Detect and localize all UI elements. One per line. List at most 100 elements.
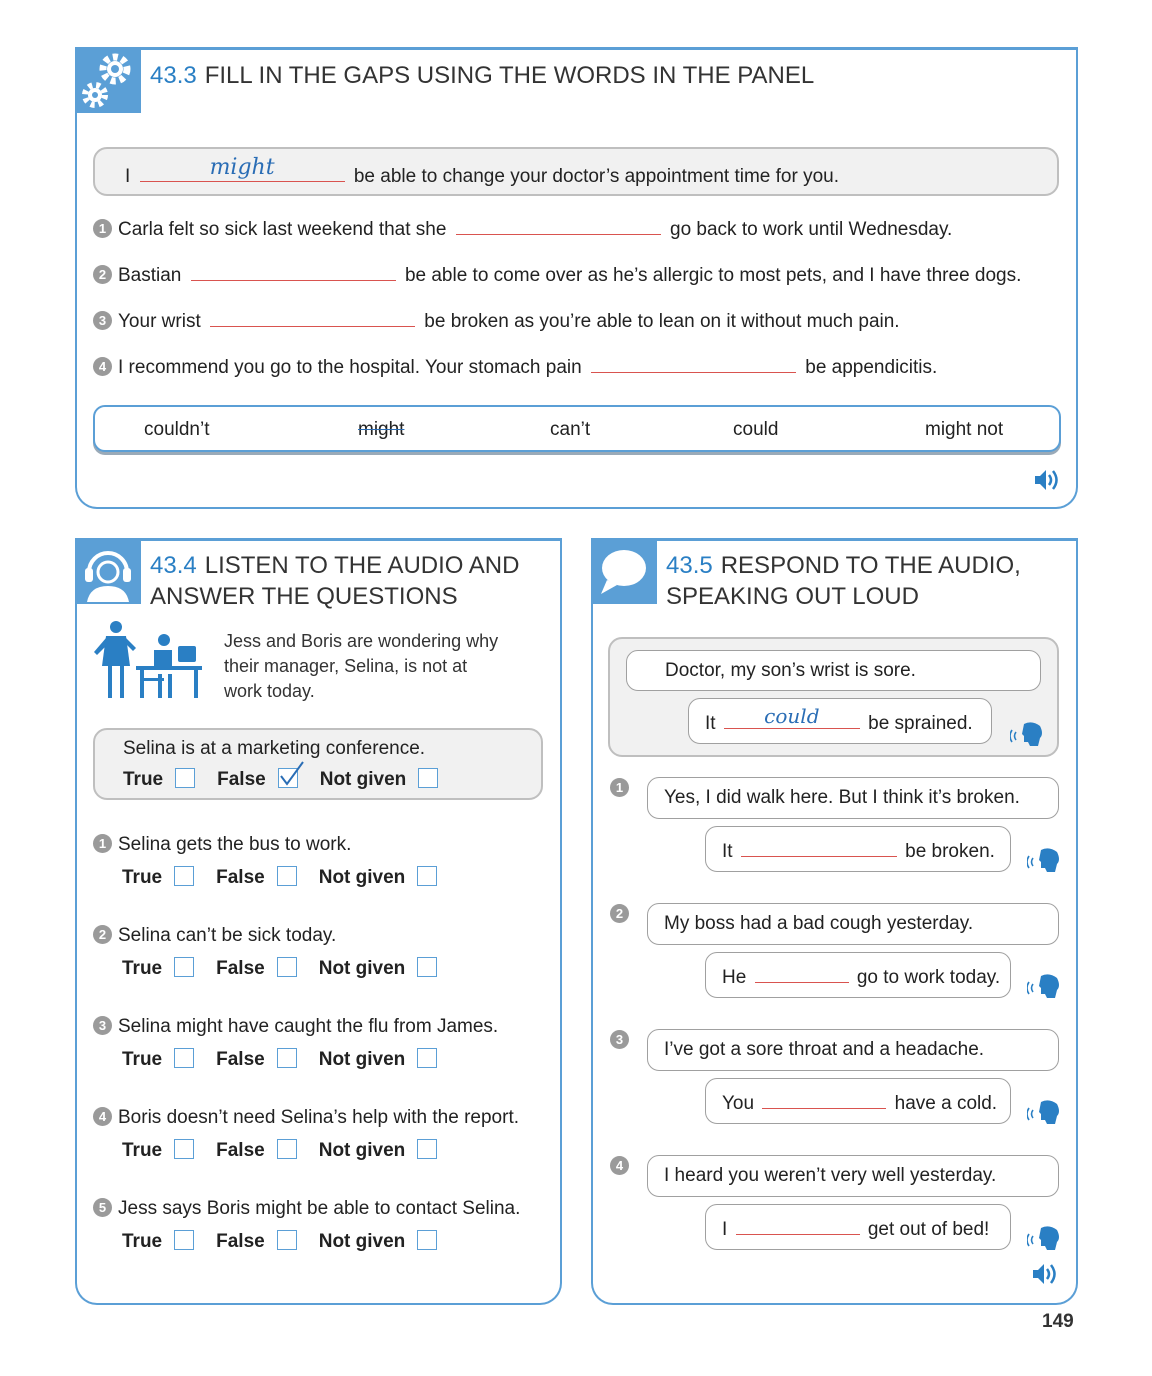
prompt-text: I heard you weren’t very well yesterday.	[664, 1165, 997, 1186]
prompt-text: My boss had a bad cough yesterday.	[664, 913, 974, 934]
response-post: be sprained.	[868, 713, 973, 734]
item-statement: Jess says Boris might be able to contact…	[118, 1198, 521, 1219]
item-number: 2	[93, 265, 112, 284]
checkbox-not-given[interactable]	[418, 768, 439, 788]
checkbox-true[interactable]	[174, 1230, 195, 1250]
checkbox-not-given[interactable]	[417, 1048, 438, 1068]
response-bubble: I get out of bed!	[705, 1204, 1011, 1250]
answer-gap[interactable]	[762, 1090, 887, 1109]
response-bubble: It could be sprained.	[688, 698, 992, 744]
item-post: go back to work until Wednesday.	[670, 219, 953, 240]
intro-line: their manager, Selina, is not at	[224, 656, 468, 676]
prompt-bubble: I’ve got a sore throat and a headache.	[647, 1029, 1059, 1071]
prompt-bubble: My boss had a bad cough yesterday.	[647, 903, 1059, 945]
response-post: be broken.	[905, 841, 995, 862]
item-pre: Your wrist	[118, 311, 201, 332]
response-bubble: It be broken.	[705, 826, 1011, 872]
exercise-title-line2: SPEAKING OUT LOUD	[666, 583, 919, 610]
word-panel: couldn’t might can’t could might not	[93, 405, 1061, 452]
prompt-text: I’ve got a sore throat and a headache.	[664, 1039, 985, 1060]
checkbox-not-given[interactable]	[417, 1230, 438, 1250]
checkbox-false[interactable]	[276, 1230, 297, 1250]
speaking-head-icon	[1026, 972, 1061, 1005]
answer-gap[interactable]	[210, 308, 415, 327]
option-not-given-label: Not given	[318, 1140, 406, 1161]
item-number: 3	[610, 1030, 629, 1049]
checkbox-true[interactable]	[174, 957, 195, 977]
response-post: get out of bed!	[867, 1219, 990, 1240]
response-post: have a cold.	[894, 1093, 998, 1114]
option-true-label: True	[122, 867, 163, 888]
intro-line: work today.	[224, 681, 315, 701]
checkbox-not-given[interactable]	[417, 957, 438, 977]
word-option: could	[733, 419, 779, 440]
item-number: 3	[93, 1016, 112, 1035]
answer-gap[interactable]	[740, 838, 897, 857]
checkbox-false[interactable]	[276, 957, 297, 977]
checkbox-true[interactable]	[174, 1048, 195, 1068]
speaking-head-icon	[1026, 1224, 1061, 1257]
exercise-title-line2: ANSWER THE QUESTIONS	[150, 583, 458, 610]
example-pre: I	[125, 166, 131, 187]
option-true-label: True	[122, 1049, 163, 1070]
option-false-label: False	[216, 867, 265, 888]
option-false-label: False	[216, 958, 265, 979]
checkbox-false[interactable]	[276, 1139, 297, 1159]
example-box: Selina is at a marketing conference. Tru…	[93, 728, 543, 800]
word-option: couldn’t	[144, 419, 210, 440]
item-number: 2	[610, 904, 629, 923]
page-number: 149	[1042, 1311, 1074, 1332]
speaking-head-icon	[1026, 1098, 1061, 1131]
speech-bubble-icon	[591, 538, 657, 604]
response-bubble: He go to work today.	[705, 952, 1011, 998]
gap-item-3: 3 Your wrist be broken as you’re able to …	[93, 308, 900, 333]
response-post: go to work today.	[856, 967, 1001, 988]
answer-gap[interactable]	[754, 964, 849, 983]
speaking-head-icon	[1009, 720, 1044, 753]
checkbox-not-given[interactable]	[417, 866, 438, 886]
office-workers-illustration	[92, 620, 204, 707]
item-statement: Selina can’t be sick today.	[118, 925, 337, 946]
exercise-43-4-heading: 43.4 LISTEN TO THE AUDIO AND ANSWER THE Q…	[150, 550, 519, 612]
example-answer: might	[209, 155, 275, 180]
answer-gap[interactable]	[455, 216, 661, 235]
checkbox-false-checked[interactable]	[277, 761, 304, 788]
answer-gap[interactable]	[590, 354, 796, 373]
item-statement: Boris doesn’t need Selina’s help with th…	[118, 1107, 520, 1128]
exercise-title: FILL IN THE GAPS USING THE WORDS IN THE …	[204, 62, 815, 89]
item-number: 1	[93, 219, 112, 238]
checkbox-true[interactable]	[174, 1139, 195, 1159]
checkbox-false[interactable]	[276, 866, 297, 886]
item-pre: I recommend you go to the hospital. Your…	[118, 357, 582, 378]
item-post: be able to come over as he’s allergic to…	[404, 265, 1022, 286]
checkbox-true[interactable]	[174, 866, 195, 886]
prompt-bubble: Yes, I did walk here. But I think it’s b…	[647, 777, 1059, 819]
checkbox-false[interactable]	[276, 1048, 297, 1068]
prompt-bubble: Doctor, my son’s wrist is sore.	[626, 650, 1041, 691]
checkbox-true[interactable]	[175, 768, 196, 788]
response-pre: It	[722, 841, 733, 862]
prompt-bubble: I heard you weren’t very well yesterday.	[647, 1155, 1059, 1197]
example-box: I might be able to change your doctor’s …	[93, 147, 1059, 196]
headphones-person-icon	[75, 538, 141, 604]
answer-gap[interactable]	[190, 262, 396, 281]
checkbox-not-given[interactable]	[417, 1139, 438, 1159]
option-false-label: False	[216, 1231, 265, 1252]
item-post: be broken as you’re able to lean on it w…	[424, 311, 900, 332]
example-gap: might	[139, 155, 345, 182]
option-not-given-label: Not given	[318, 958, 406, 979]
prompt-text: Doctor, my son’s wrist is sore.	[665, 660, 916, 681]
option-true-label: True	[122, 958, 163, 979]
example-post: be able to change your doctor’s appointm…	[353, 166, 839, 187]
option-not-given-label: Not given	[319, 769, 407, 790]
exercise-title-line1: LISTEN TO THE AUDIO AND	[204, 552, 520, 579]
exercise-title-line1: RESPOND TO THE AUDIO,	[720, 552, 1021, 579]
option-not-given-label: Not given	[318, 1231, 406, 1252]
item-number: 3	[93, 311, 112, 330]
audio-speaker-icon[interactable]	[1033, 468, 1061, 497]
audio-speaker-icon[interactable]	[1031, 1262, 1059, 1291]
option-not-given-label: Not given	[318, 1049, 406, 1070]
answer-gap[interactable]	[735, 1216, 860, 1235]
option-true-label: True	[122, 1231, 163, 1252]
exercise-number: 43.5	[666, 552, 713, 579]
